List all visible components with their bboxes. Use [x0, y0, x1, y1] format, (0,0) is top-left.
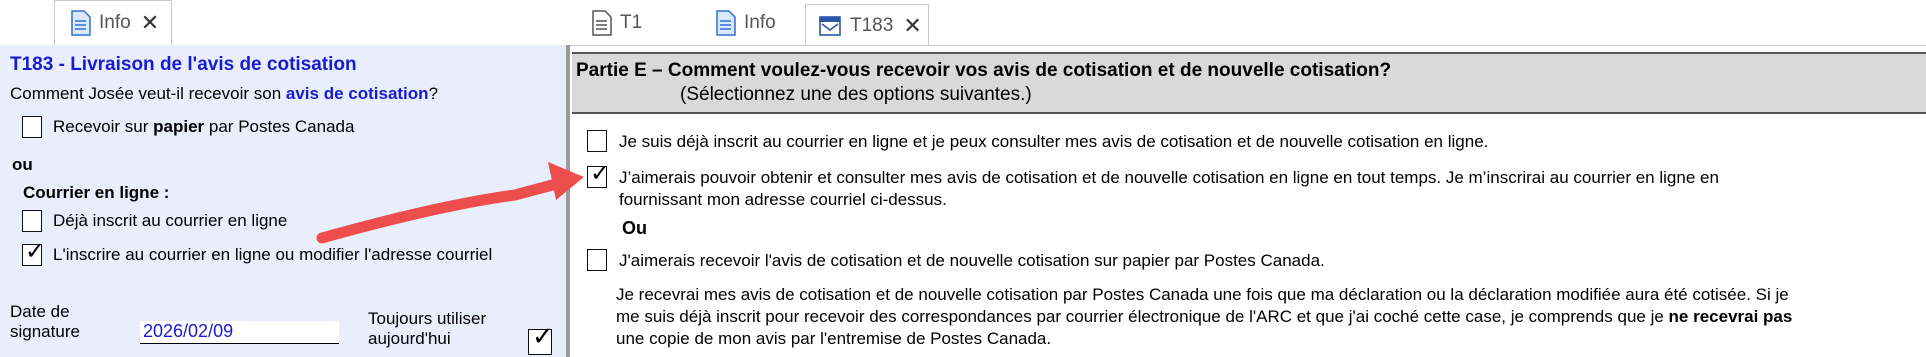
annotation-arrow [316, 162, 584, 244]
